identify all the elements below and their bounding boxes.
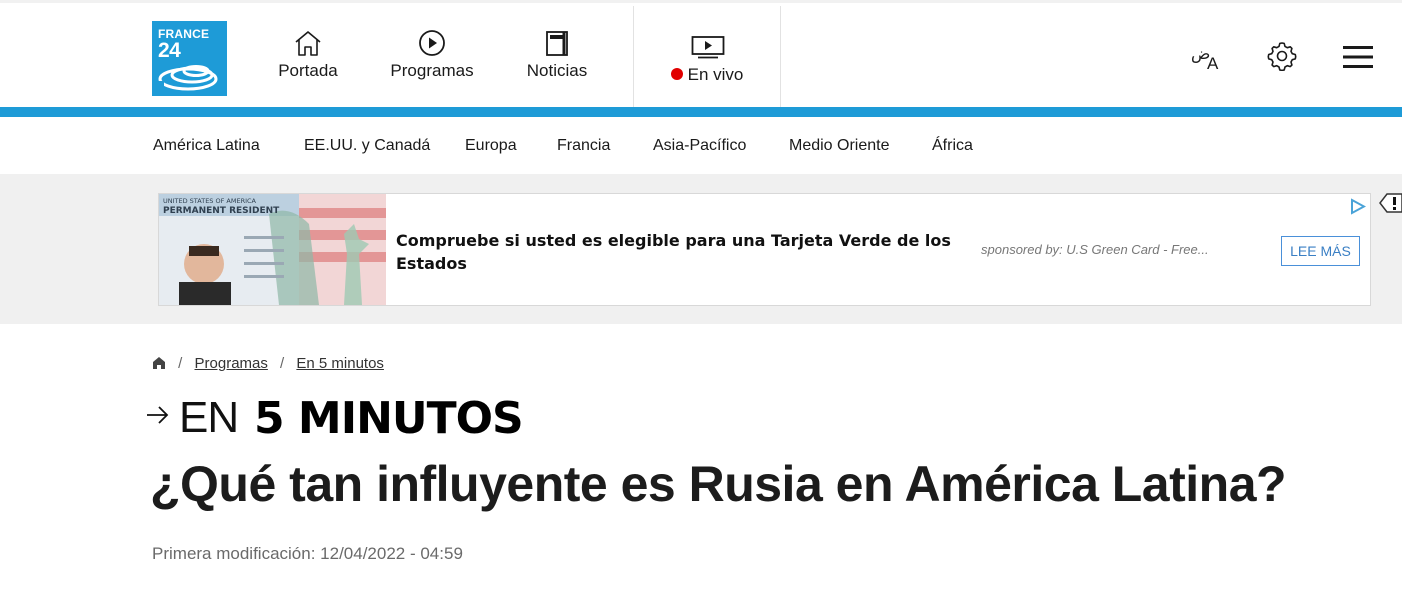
region-francia[interactable]: Francia: [557, 137, 610, 155]
breadcrumb-separator: /: [178, 355, 183, 372]
accent-bar: [0, 107, 1402, 117]
breadcrumb-section[interactable]: En 5 minutos: [296, 355, 384, 372]
breadcrumb-programs[interactable]: Programas: [195, 355, 268, 372]
nav-home[interactable]: Portada: [268, 29, 348, 89]
svg-text:A: A: [1207, 54, 1219, 73]
green-card-image: UNITED STATES OF AMERICA PERMANENT RESID…: [159, 194, 386, 305]
region-africa[interactable]: África: [932, 137, 973, 155]
arrow-right-icon: [147, 406, 169, 424]
card-header-line1: UNITED STATES OF AMERICA: [163, 197, 257, 205]
breadcrumb: / Programas / En 5 minutos: [152, 355, 384, 372]
tv-play-icon: [691, 36, 725, 59]
ad-container: UNITED STATES OF AMERICA PERMANENT RESID…: [0, 174, 1402, 324]
home-icon: [295, 31, 321, 56]
region-europa[interactable]: Europa: [465, 137, 517, 155]
play-circle-icon: [419, 30, 445, 56]
breadcrumb-separator: /: [280, 355, 285, 372]
ad-report-icon[interactable]: [1379, 192, 1402, 214]
nav-home-label: Portada: [278, 61, 338, 80]
breadcrumb-home-icon[interactable]: [152, 356, 166, 370]
nav-programs[interactable]: Programas: [382, 29, 482, 89]
hamburger-menu-icon[interactable]: [1342, 45, 1374, 69]
nav-live-label: En vivo: [634, 65, 780, 85]
nav-live[interactable]: En vivo: [633, 6, 781, 110]
ad-image[interactable]: UNITED STATES OF AMERICA PERMANENT RESID…: [159, 194, 386, 305]
article-headline: ¿Qué tan influyente es Rusia en América …: [150, 456, 1287, 512]
sponsored-ad[interactable]: UNITED STATES OF AMERICA PERMANENT RESID…: [158, 193, 1371, 306]
region-eeuu-canada[interactable]: EE.UU. y Canadá: [304, 137, 430, 155]
ad-sponsor: sponsored by: U.S Green Card - Free...: [981, 242, 1209, 257]
kicker-bold-text: 5 MINUTOS: [254, 393, 524, 444]
region-asia-pacifico[interactable]: Asia-Pacífico: [653, 137, 746, 155]
ad-read-more-button[interactable]: LEE MÁS: [1281, 236, 1360, 266]
kicker-light-text: EN: [179, 393, 239, 442]
region-america-latina[interactable]: América Latina: [153, 137, 260, 155]
language-icon[interactable]: ض A: [1188, 41, 1226, 73]
nav-news[interactable]: Noticias: [515, 29, 599, 89]
live-text: En vivo: [687, 65, 744, 84]
nav-programs-label: Programas: [390, 61, 474, 80]
gear-icon[interactable]: [1267, 41, 1297, 71]
live-dot-icon: [670, 68, 683, 80]
nav-news-label: Noticias: [526, 61, 588, 80]
adchoices-icon[interactable]: [1349, 198, 1366, 215]
france24-logo[interactable]: FRANCE 24: [152, 21, 227, 96]
regions-nav: América Latina EE.UU. y Canadá Europa Fr…: [0, 117, 1402, 174]
top-header: FRANCE 24 Portada Programas Noticias En …: [0, 0, 1402, 110]
logo-text-24: 24: [158, 39, 181, 62]
region-medio-oriente[interactable]: Medio Oriente: [789, 137, 890, 155]
newspaper-icon: [546, 31, 568, 56]
card-header-line2: PERMANENT RESIDENT: [163, 206, 280, 216]
modified-date: Primera modificación: 12/04/2022 - 04:59: [152, 544, 463, 563]
ad-title[interactable]: Compruebe si usted es elegible para una …: [396, 229, 956, 275]
